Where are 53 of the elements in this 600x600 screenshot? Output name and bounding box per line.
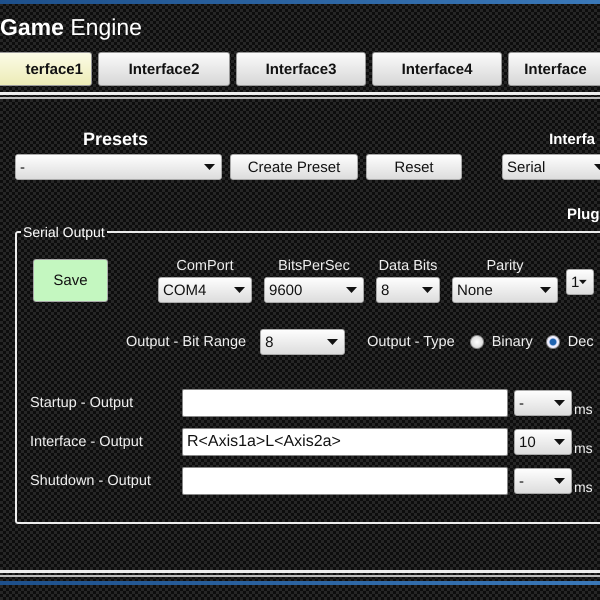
- unit-label: ms: [574, 479, 593, 495]
- tab[interactable]: Interface2: [98, 52, 230, 86]
- tab[interactable]: Interface4: [372, 52, 502, 86]
- caret-icon: [422, 287, 433, 293]
- save-button[interactable]: Save: [33, 259, 108, 302]
- dropdown[interactable]: -: [15, 154, 222, 180]
- section-label: Plug: [567, 206, 600, 224]
- dropdown[interactable]: COM4: [158, 277, 252, 303]
- caret-icon: [554, 439, 565, 445]
- input-field[interactable]: [182, 389, 508, 417]
- caret-icon: [327, 339, 338, 345]
- input-field[interactable]: R<Axis1a>L<Axis2a>: [182, 428, 508, 456]
- field-label: Startup - Output: [30, 395, 134, 411]
- field-label: Data Bits: [378, 258, 438, 274]
- button[interactable]: Create Preset: [230, 154, 358, 180]
- group-title: Serial Output: [22, 224, 106, 240]
- tab[interactable]: terface1: [0, 52, 92, 86]
- radio-label: Dec: [568, 334, 594, 350]
- window-title: Game Engine: [0, 13, 143, 42]
- dropdown[interactable]: 10: [514, 429, 572, 455]
- field-label: BitsPerSec: [278, 258, 350, 274]
- dropdown[interactable]: 8: [260, 329, 346, 355]
- dropdown[interactable]: 9600: [264, 277, 364, 303]
- caret-icon: [204, 164, 215, 170]
- caret-icon: [234, 287, 245, 293]
- field-label: Interface - Output: [30, 434, 144, 450]
- field-label: Shutdown - Output: [30, 473, 152, 489]
- field-label: Parity: [486, 258, 524, 274]
- radio-button[interactable]: [546, 335, 560, 349]
- tab[interactable]: Interface: [508, 52, 600, 86]
- dropdown[interactable]: Serial: [502, 154, 600, 180]
- caret-icon: [346, 287, 357, 293]
- dropdown[interactable]: None: [452, 277, 558, 303]
- dropdown[interactable]: 8: [376, 277, 440, 303]
- tab[interactable]: Interface3: [236, 52, 366, 86]
- button[interactable]: Reset: [366, 154, 462, 180]
- field-label: Output - Bit Range: [126, 334, 246, 350]
- dropdown[interactable]: -: [514, 390, 572, 416]
- section-heading: Presets: [83, 128, 148, 150]
- section-heading: Interfa: [549, 130, 595, 148]
- caret-icon: [540, 287, 551, 293]
- unit-label: ms: [574, 401, 593, 417]
- field-label: ComPort: [176, 258, 234, 274]
- unit-label: ms: [574, 440, 593, 456]
- dropdown[interactable]: -: [514, 468, 572, 494]
- caret-icon: [554, 478, 565, 484]
- input-field[interactable]: [182, 467, 508, 495]
- caret-icon: [579, 279, 587, 285]
- dropdown[interactable]: 1: [566, 269, 594, 295]
- radio-label: Binary: [492, 334, 533, 350]
- caret-icon: [554, 400, 565, 406]
- radio-button[interactable]: [470, 335, 484, 349]
- field-label: Output - Type: [367, 334, 455, 350]
